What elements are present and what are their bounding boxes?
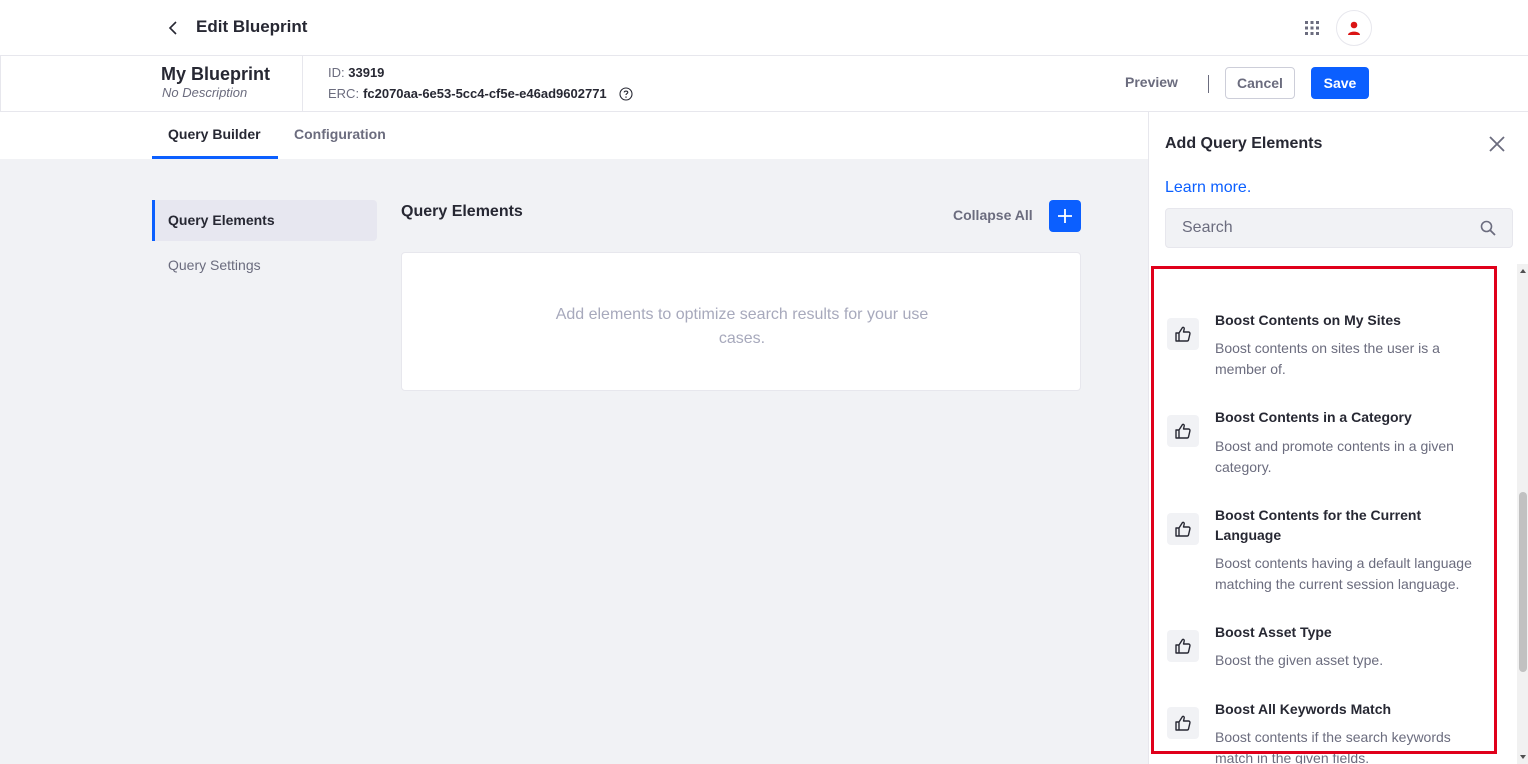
scroll-down-arrow-icon[interactable] [1520, 755, 1526, 759]
thumbs-up-icon [1167, 318, 1199, 350]
blueprint-name[interactable]: My Blueprint [161, 64, 270, 85]
list-item[interactable]: Boost Contents on My Sites Boost content… [1149, 300, 1517, 392]
save-button[interactable]: Save [1311, 67, 1369, 99]
sidebar-title: Add Query Elements [1165, 135, 1323, 152]
search-input[interactable] [1166, 209, 1466, 247]
nav-item-query-settings[interactable]: Query Settings [152, 245, 377, 286]
tab-query-builder[interactable]: Query Builder [168, 126, 261, 142]
thumbs-up-icon [1167, 513, 1199, 545]
grid-icon [1305, 21, 1319, 35]
list-item[interactable]: Boost Contents for the Current Language … [1149, 496, 1517, 608]
active-tab-indicator [152, 156, 278, 159]
element-description: Boost contents having a default language… [1215, 555, 1472, 592]
tab-bar: Query Builder Configuration [0, 112, 1148, 159]
close-icon [1489, 136, 1505, 152]
page-title: Edit Blueprint [196, 17, 308, 36]
list-item[interactable]: Boost Contents in a Category Boost and p… [1149, 398, 1517, 490]
empty-state-card: Add elements to optimize search results … [401, 252, 1081, 391]
erc-label: ERC: [328, 86, 360, 101]
divider [1208, 75, 1209, 93]
element-name: Boost Contents in a Category [1215, 409, 1412, 425]
scrollbar-thumb[interactable] [1519, 492, 1527, 672]
plus-icon [1058, 209, 1072, 223]
preview-button[interactable]: Preview [1125, 74, 1178, 90]
empty-state-message: Add elements to optimize search results … [555, 306, 929, 347]
close-button[interactable] [1487, 134, 1507, 154]
tab-configuration[interactable]: Configuration [294, 126, 386, 142]
scroll-up-arrow-icon[interactable] [1520, 269, 1526, 273]
user-icon [1348, 21, 1360, 35]
id-value: 33919 [348, 65, 385, 80]
nav-item-query-elements[interactable]: Query Elements [152, 200, 377, 241]
element-description: Boost and promote contents in a given ca… [1215, 438, 1454, 475]
element-name: Boost Contents on My Sites [1215, 312, 1401, 328]
element-list: Boost Contents on My Sites Boost content… [1149, 264, 1517, 764]
thumbs-up-icon [1167, 630, 1199, 662]
help-icon[interactable] [619, 86, 633, 101]
section-title: Query Elements [401, 203, 523, 220]
element-name: Boost Asset Type [1215, 624, 1332, 640]
search-box [1165, 208, 1513, 248]
collapse-all-button[interactable]: Collapse All [953, 207, 1033, 223]
learn-more-link[interactable]: Learn more. [1165, 179, 1251, 197]
add-element-button[interactable] [1049, 200, 1081, 232]
blueprint-id: ID: 33919 [328, 65, 384, 80]
element-description: Boost contents if the search keywords ma… [1215, 729, 1451, 764]
back-button[interactable] [162, 17, 184, 39]
top-bar: Edit Blueprint [0, 0, 1528, 56]
erc-value: fc2070aa-6e53-5cc4-cf5e-e46ad9602771 [363, 86, 607, 101]
scrollbar[interactable] [1517, 264, 1528, 764]
thumbs-up-icon [1167, 415, 1199, 447]
element-description: Boost contents on sites the user is a me… [1215, 340, 1440, 377]
search-icon[interactable] [1480, 220, 1496, 236]
blueprint-description[interactable]: No Description [162, 85, 247, 100]
element-description: Boost the given asset type. [1215, 652, 1384, 668]
add-query-elements-sidebar: Add Query Elements Learn more. Boost Con… [1148, 112, 1528, 764]
cancel-button[interactable]: Cancel [1225, 67, 1295, 99]
list-item[interactable]: Boost Asset Type Boost the given asset t… [1149, 615, 1517, 685]
chevron-left-icon [168, 21, 177, 35]
divider [302, 56, 303, 112]
id-label: ID: [328, 65, 345, 80]
blueprint-info-bar: My Blueprint No Description ID: 33919 ER… [0, 56, 1528, 112]
blueprint-erc: ERC: fc2070aa-6e53-5cc4-cf5e-e46ad960277… [328, 86, 633, 101]
apps-button[interactable] [1300, 16, 1324, 40]
element-name: Boost Contents for the Current Language [1215, 507, 1422, 543]
list-item[interactable]: Boost All Keywords Match Boost contents … [1149, 692, 1517, 764]
thumbs-up-icon [1167, 707, 1199, 739]
element-name: Boost All Keywords Match [1215, 701, 1392, 717]
avatar[interactable] [1336, 10, 1372, 46]
